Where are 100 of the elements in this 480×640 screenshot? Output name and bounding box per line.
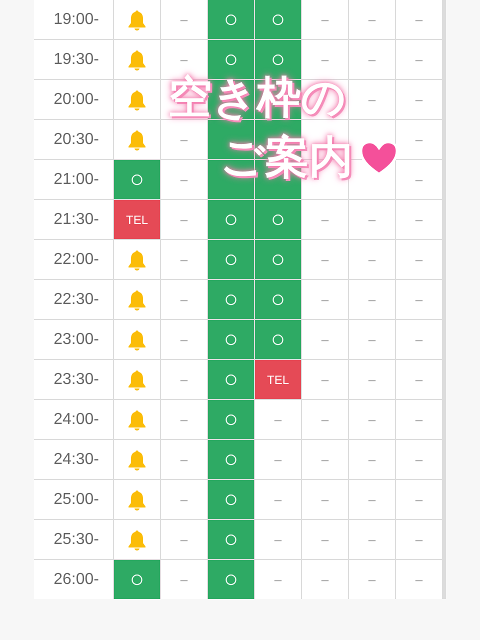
time-cell: 21:00- (34, 160, 113, 199)
open-slot-cell: ○ (208, 440, 254, 479)
table-cell: – (302, 320, 348, 359)
table-cell: – (302, 480, 348, 519)
table-cell: – (349, 80, 395, 119)
bell-icon (127, 528, 147, 550)
table-cell: – (302, 440, 348, 479)
table-cell: – (349, 360, 395, 399)
table-cell: – (302, 240, 348, 279)
table-cell: – (302, 280, 348, 319)
table-cell: – (161, 520, 207, 559)
open-slot-cell: ○ (255, 0, 301, 39)
bell-icon (127, 248, 147, 270)
table-cell: – (161, 280, 207, 319)
open-slot-cell: ○ (255, 320, 301, 359)
table-cell: – (302, 200, 348, 239)
bell-icon (127, 488, 147, 510)
table-cell: – (396, 560, 442, 599)
table-cell: – (349, 480, 395, 519)
table-cell: – (302, 520, 348, 559)
time-cell: 23:00- (34, 320, 113, 359)
table-cell: – (396, 480, 442, 519)
bell-icon (127, 48, 147, 70)
open-slot-cell: ○ (255, 280, 301, 319)
table-cell: – (161, 200, 207, 239)
table-cell: – (161, 320, 207, 359)
table-cell: – (255, 520, 301, 559)
open-slot-cell: ○ (208, 320, 254, 359)
table-cell: – (349, 240, 395, 279)
open-slot-cell: ○ (255, 240, 301, 279)
table-cell: – (302, 360, 348, 399)
table-cell: – (396, 120, 442, 159)
table-cell: – (396, 520, 442, 559)
bell-icon (127, 288, 147, 310)
tel-cell: TEL (114, 200, 160, 239)
bell-icon (127, 368, 147, 390)
bell-icon (127, 408, 147, 430)
table-cell: – (349, 0, 395, 39)
table-cell: – (396, 440, 442, 479)
table-cell: – (161, 480, 207, 519)
table-cell: – (349, 280, 395, 319)
table-cell: – (396, 400, 442, 439)
table-cell: – (396, 0, 442, 39)
table-cell: – (349, 200, 395, 239)
time-cell: 25:00- (34, 480, 113, 519)
time-cell: 20:00- (34, 80, 113, 119)
open-slot-cell: ○ (208, 240, 254, 279)
time-cell: 24:00- (34, 400, 113, 439)
open-slot-cell: ○ (208, 200, 254, 239)
open-slot-cell: ○ (114, 160, 160, 199)
table-cell: – (349, 320, 395, 359)
table-cell: – (396, 80, 442, 119)
table-cell: – (349, 440, 395, 479)
time-cell: 25:30- (34, 520, 113, 559)
open-slot-cell: ○ (208, 480, 254, 519)
table-cell: – (396, 160, 442, 199)
bell-icon (127, 8, 147, 30)
time-cell: 23:30- (34, 360, 113, 399)
time-cell: 22:30- (34, 280, 113, 319)
table-cell: – (302, 560, 348, 599)
time-cell: 24:30- (34, 440, 113, 479)
bell-icon (127, 88, 147, 110)
table-cell: – (349, 400, 395, 439)
open-slot-cell: ○ (208, 360, 254, 399)
table-cell: – (302, 0, 348, 39)
bell-icon (127, 328, 147, 350)
table-cell: – (396, 40, 442, 79)
time-cell: 19:30- (34, 40, 113, 79)
table-cell: – (161, 400, 207, 439)
table-cell: – (302, 400, 348, 439)
open-slot-cell: ○ (208, 560, 254, 599)
tel-cell: TEL (255, 360, 301, 399)
time-cell: 22:00- (34, 240, 113, 279)
table-cell: – (255, 400, 301, 439)
open-slot-cell: ○ (208, 520, 254, 559)
table-cell: – (349, 40, 395, 79)
table-cell: – (161, 360, 207, 399)
table-cell: – (161, 160, 207, 199)
time-cell: 20:30- (34, 120, 113, 159)
table-cell: – (161, 0, 207, 39)
open-slot-cell: ○ (255, 200, 301, 239)
bell-icon (127, 128, 147, 150)
time-cell: 26:00- (34, 560, 113, 599)
table-cell: – (161, 240, 207, 279)
time-cell: 21:30- (34, 200, 113, 239)
table-cell: – (302, 40, 348, 79)
table-cell: – (396, 200, 442, 239)
bell-icon (127, 448, 147, 470)
table-cell: – (255, 440, 301, 479)
open-slot-cell: ○ (114, 560, 160, 599)
table-cell: – (349, 520, 395, 559)
open-slot-cell: ○ (208, 280, 254, 319)
time-cell: 19:00- (34, 0, 113, 39)
table-cell: – (255, 560, 301, 599)
table-cell: – (255, 480, 301, 519)
table-cell: – (396, 360, 442, 399)
table-cell: – (161, 560, 207, 599)
table-cell: – (396, 320, 442, 359)
open-slot-cell: ○ (208, 400, 254, 439)
open-slot-cell: ○ (208, 0, 254, 39)
